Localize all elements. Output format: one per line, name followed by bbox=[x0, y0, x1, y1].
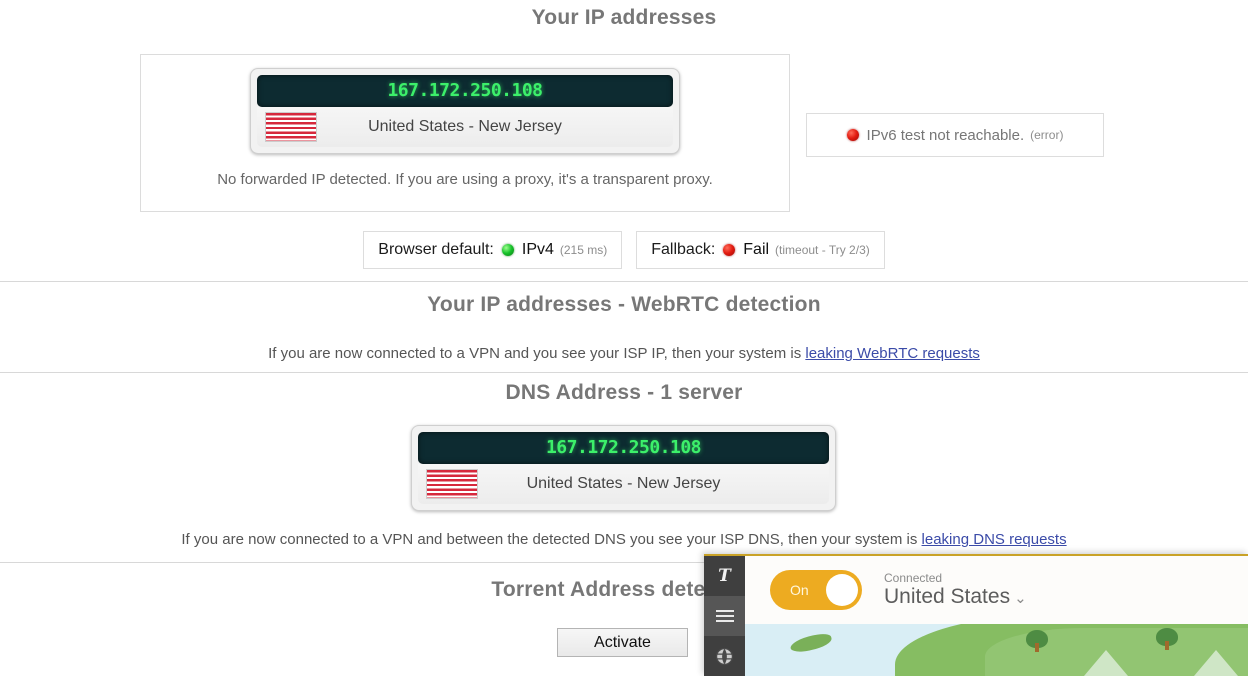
chevron-down-icon[interactable]: ⌄ bbox=[1014, 590, 1027, 607]
browser-default-detail: (215 ms) bbox=[559, 243, 608, 257]
webrtc-leak-line: If you are now connected to a VPN and yo… bbox=[0, 345, 1248, 362]
forwarded-ip-note: No forwarded IP detected. If you are usi… bbox=[217, 171, 713, 188]
ipv6-status-message: IPv6 test not reachable. bbox=[866, 126, 1025, 144]
tunnelbear-logo-glyph: T bbox=[718, 566, 731, 586]
vpn-toggle-label: On bbox=[790, 582, 809, 598]
vpn-sidebar: T bbox=[704, 556, 745, 676]
dns-card: 167.172.250.108 United States - New Jers… bbox=[411, 425, 836, 511]
map-tree bbox=[1026, 630, 1048, 652]
fallback-value: Fail bbox=[743, 241, 770, 258]
browser-default-status: Browser default: IPv4 (215 ms) bbox=[363, 231, 623, 269]
tunnelbear-logo-icon[interactable]: T bbox=[704, 556, 745, 596]
ipv6-status-detail: (error) bbox=[1030, 128, 1064, 142]
section-divider bbox=[0, 281, 1248, 282]
map-mountain bbox=[1084, 650, 1128, 676]
page-title-webrtc: Your IP addresses - WebRTC detection bbox=[427, 293, 821, 316]
ip-location-label: United States - New Jersey bbox=[368, 118, 562, 135]
browser-default-label: Browser default: bbox=[378, 241, 494, 258]
map-mountain bbox=[1194, 650, 1238, 676]
section-divider bbox=[0, 372, 1248, 373]
vpn-header: On Connected United States ⌄ bbox=[745, 556, 1248, 624]
ip-location-row: United States - New Jersey bbox=[257, 107, 673, 147]
vpn-widget[interactable]: T On Connected United States ⌄ bbox=[704, 554, 1248, 676]
vpn-map bbox=[745, 624, 1248, 676]
browser-default-value: IPv4 bbox=[521, 241, 554, 258]
page-title-ip: Your IP addresses bbox=[531, 6, 717, 29]
map-islet bbox=[789, 631, 833, 655]
hamburger-menu-icon[interactable] bbox=[704, 596, 745, 636]
vpn-power-toggle[interactable]: On bbox=[770, 570, 862, 610]
globe-glyph bbox=[715, 647, 734, 665]
green-led-icon bbox=[501, 244, 514, 256]
dns-address-value: 167.172.250.108 bbox=[418, 432, 829, 464]
fallback-label: Fallback: bbox=[651, 241, 716, 258]
hamburger-bars bbox=[715, 607, 734, 625]
ip-address-value: 167.172.250.108 bbox=[257, 75, 673, 107]
fallback-status: Fallback: Fail (timeout - Try 2/3) bbox=[636, 231, 885, 269]
vpn-country-label: United States bbox=[884, 585, 1011, 609]
webrtc-leak-text: If you are now connected to a VPN and yo… bbox=[268, 345, 806, 362]
dns-leak-line: If you are now connected to a VPN and be… bbox=[0, 531, 1248, 548]
dns-location-row: United States - New Jersey bbox=[418, 464, 829, 504]
ip-panel: 167.172.250.108 United States - New Jers… bbox=[140, 54, 790, 212]
red-led-icon bbox=[723, 244, 736, 256]
vpn-status-label: Connected bbox=[884, 570, 943, 585]
us-flag-icon bbox=[426, 469, 478, 499]
ip-card: 167.172.250.108 United States - New Jers… bbox=[250, 68, 680, 154]
connection-status-row: Browser default: IPv4 (215 ms) Fallback:… bbox=[0, 231, 1248, 269]
ipv6-status-box: IPv6 test not reachable. (error) bbox=[806, 113, 1104, 157]
activate-button[interactable]: Activate bbox=[557, 628, 688, 657]
us-flag-icon bbox=[265, 112, 317, 142]
vpn-country-row[interactable]: United States ⌄ bbox=[884, 585, 1027, 608]
red-led-icon bbox=[846, 129, 859, 141]
dns-location-label: United States - New Jersey bbox=[526, 475, 721, 492]
globe-icon[interactable] bbox=[704, 636, 745, 676]
vpn-connection-info[interactable]: Connected United States ⌄ bbox=[884, 570, 1027, 608]
vpn-toggle-knob bbox=[826, 574, 858, 606]
fallback-detail: (timeout - Try 2/3) bbox=[775, 243, 870, 257]
dns-leak-text: If you are now connected to a VPN and be… bbox=[181, 531, 922, 548]
map-tree bbox=[1156, 628, 1178, 650]
dns-leak-link[interactable]: leaking DNS requests bbox=[922, 531, 1067, 548]
dns-card-wrapper: 167.172.250.108 United States - New Jers… bbox=[411, 425, 836, 511]
webrtc-leak-link[interactable]: leaking WebRTC requests bbox=[805, 345, 980, 362]
page-title-dns: DNS Address - 1 server bbox=[505, 381, 743, 404]
